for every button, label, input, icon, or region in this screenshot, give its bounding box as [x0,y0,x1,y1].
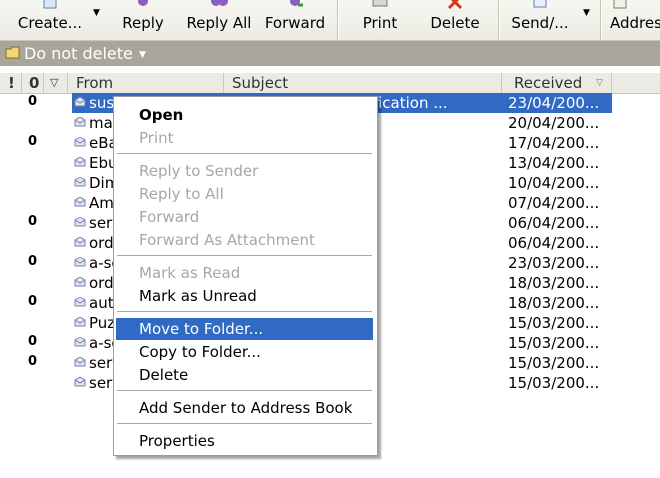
message-received: 17/04/200... [508,134,600,152]
send-receive-icon [533,0,547,8]
attachment-indicator: 0 [28,294,38,309]
message-received: 20/04/200... [508,114,600,132]
message-received: 15/03/200... [508,334,600,352]
attachment-column-icon[interactable]: 0 [22,73,44,93]
envelope-icon [74,157,86,167]
message-list-header: ! 0 ▽ From Subject Received ▽ [0,72,660,94]
forward-label: Forward [264,14,326,32]
create-dropdown-icon[interactable]: ▼ [93,8,100,18]
menu-separator [117,390,372,391]
attachment-indicator: 0 [28,214,38,229]
envelope-icon [74,257,86,267]
menu-copy-to-folder[interactable]: Copy to Folder... [116,341,373,363]
toolbar-separator [498,0,500,40]
menu-properties[interactable]: Properties [116,430,373,452]
folder-dropdown-icon[interactable]: ▼ [139,50,146,60]
reply-all-button[interactable]: Reply All [184,0,254,40]
forward-button[interactable]: Forward [262,0,328,40]
envelope-icon [74,237,86,247]
delete-x-icon [447,0,463,10]
reply-button[interactable]: Reply [118,0,168,40]
address-book-button[interactable]: Address [608,0,660,40]
menu-separator [117,423,372,424]
envelope-icon [74,217,86,227]
message-received: 06/04/200... [508,214,600,232]
sort-descending-icon: ▽ [596,78,603,88]
from-column-header[interactable]: From [68,73,224,93]
print-label: Print [362,14,398,32]
message-received: 13/04/200... [508,154,600,172]
attachment-indicator: 0 [28,254,38,269]
menu-move-to-folder[interactable]: Move to Folder... [116,318,373,340]
importance-column-icon[interactable]: ! [0,73,22,93]
send-receive-label: Send/... [511,14,569,32]
toolbar: Create... ▼ Reply Reply All Forward Prin… [0,0,660,41]
folder-name: Do not delete [24,44,133,63]
menu-add-sender-to-address-book[interactable]: Add Sender to Address Book [116,397,373,419]
printer-icon [372,0,388,7]
menu-separator [117,255,372,256]
envelope-icon [74,297,86,307]
message-received: 18/03/200... [508,274,600,292]
context-menu: Open Print Reply to Sender Reply to All … [113,96,378,456]
menu-reply-to-sender[interactable]: Reply to Sender [116,160,373,182]
toolbar-separator [337,0,339,40]
menu-forward-as-attachment[interactable]: Forward As Attachment [116,229,373,251]
subject-column-header[interactable]: Subject [224,73,502,93]
envelope-icon [74,317,86,327]
envelope-icon [74,177,86,187]
create-mail-icon [43,0,57,9]
envelope-icon [74,337,86,347]
envelope-icon [74,137,86,147]
menu-delete[interactable]: Delete [116,364,373,386]
menu-mark-as-read[interactable]: Mark as Read [116,262,373,284]
reply-label: Reply [122,14,164,32]
delete-label: Delete [430,14,480,32]
flag-column-icon[interactable]: ▽ [44,73,68,93]
folder-bar[interactable]: Do not delete ▼ [0,41,660,66]
menu-separator [117,311,372,312]
create-label: Create... [17,14,83,32]
message-received: 15/03/200... [508,374,600,392]
envelope-icon [74,277,86,287]
delete-button[interactable]: Delete [422,0,488,40]
send-receive-button[interactable]: Send/... [506,0,574,40]
message-received: 23/04/200... [508,94,600,112]
envelope-icon [74,197,86,207]
menu-open[interactable]: Open [116,104,373,126]
attachment-indicator: 0 [28,354,38,369]
envelope-icon [74,97,86,107]
folder-icon [5,46,20,59]
reply-all-label: Reply All [186,14,252,32]
attachment-indicator: 0 [28,94,38,109]
message-received: 10/04/200... [508,174,600,192]
envelope-icon [74,117,86,127]
forward-icon [290,0,303,7]
print-button[interactable]: Print [352,0,408,40]
menu-print[interactable]: Print [116,127,373,149]
message-received: 15/03/200... [508,314,600,332]
address-label: Address [610,14,660,32]
received-label: Received [514,74,583,92]
toolbar-separator [600,0,602,40]
address-book-icon [613,0,627,9]
message-received: 07/04/200... [508,194,600,212]
envelope-icon [74,377,86,387]
menu-forward[interactable]: Forward [116,206,373,228]
menu-separator [117,153,372,154]
send-dropdown-icon[interactable]: ▼ [583,8,590,18]
reply-all-icon [211,0,228,6]
received-column-header[interactable]: Received ▽ [502,73,612,93]
message-received: 23/03/200... [508,254,600,272]
reply-icon [138,0,148,6]
attachment-indicator: 0 [28,134,38,149]
message-received: 06/04/200... [508,234,600,252]
message-received: 18/03/200... [508,294,600,312]
menu-mark-as-unread[interactable]: Mark as Unread [116,285,373,307]
menu-reply-to-all[interactable]: Reply to All [116,183,373,205]
attachment-indicator: 0 [28,334,38,349]
create-button[interactable]: Create... [12,0,88,40]
message-received: 15/03/200... [508,354,600,372]
envelope-icon [74,357,86,367]
